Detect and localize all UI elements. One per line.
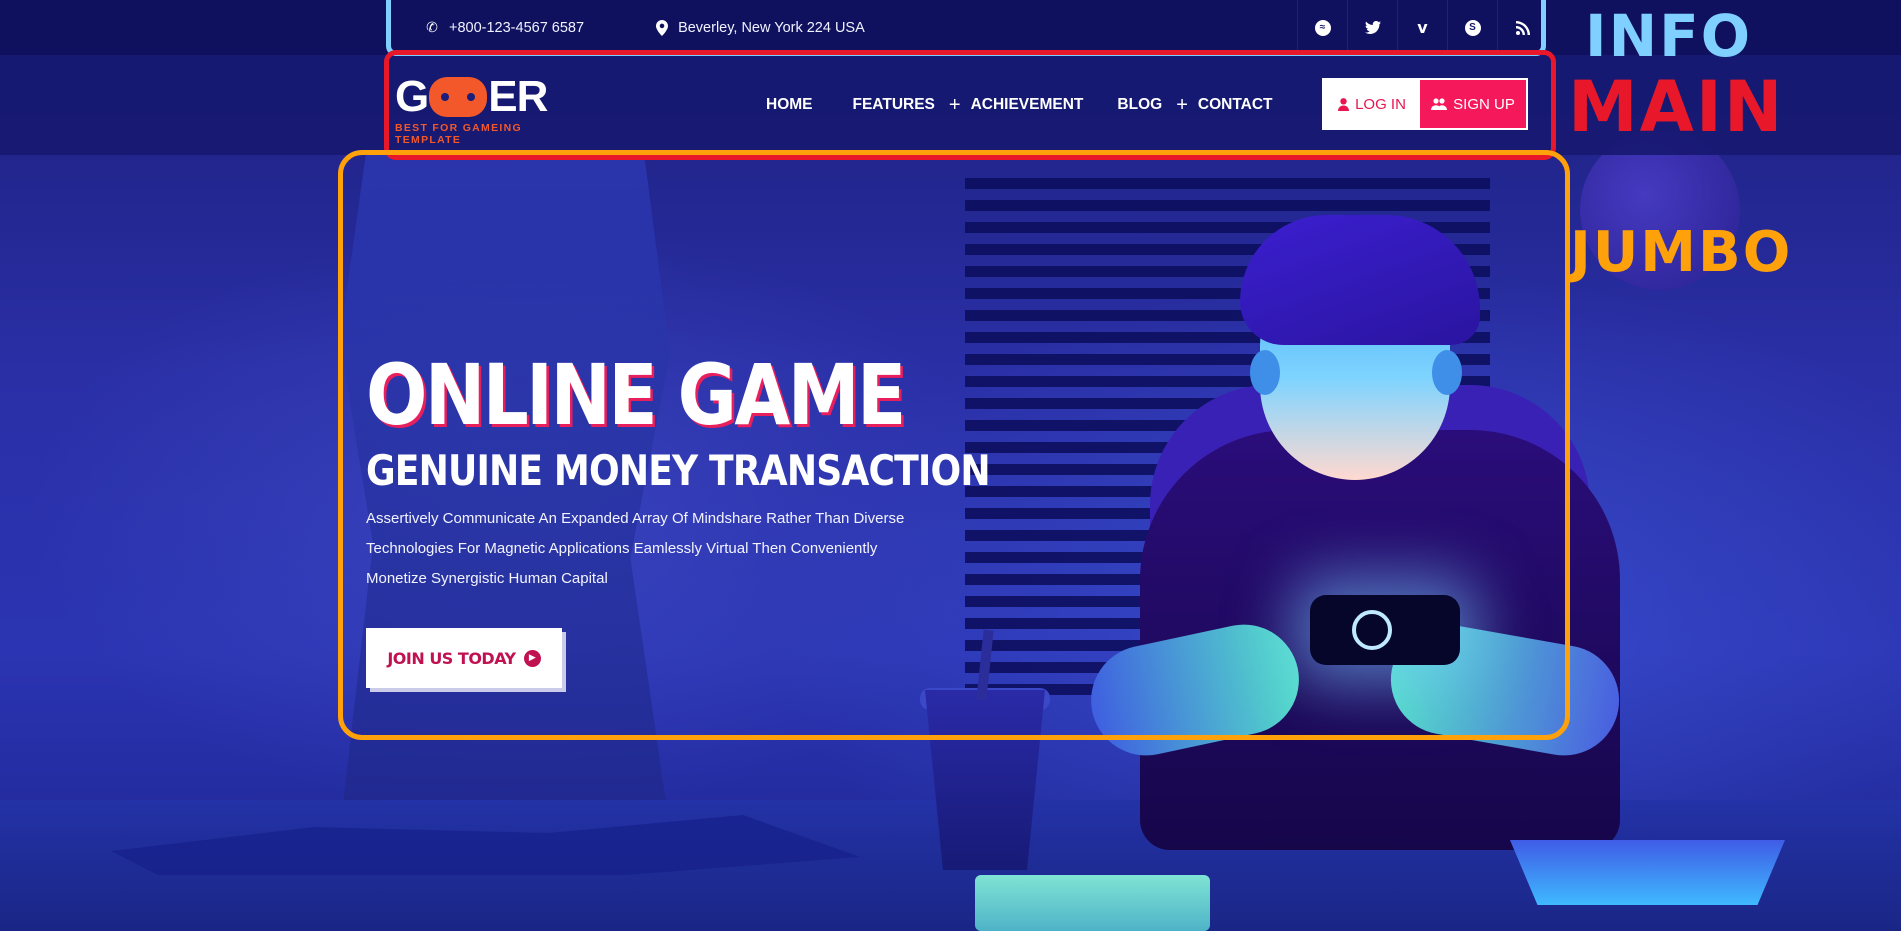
messenger-link[interactable]: ≈	[1297, 0, 1347, 55]
cup	[925, 690, 1045, 870]
nav-item-home[interactable]: HOME	[766, 96, 813, 114]
tray	[1510, 840, 1785, 905]
hero-description-line: Technologies For Magnetic Applications E…	[366, 540, 878, 557]
auth-buttons: LOG IN SIGN UP	[1322, 78, 1528, 130]
vimeo-icon: v	[1417, 18, 1428, 37]
rss-icon	[1515, 20, 1530, 35]
hero-subtitle: GENUINE MONEY TRANSACTION	[366, 446, 991, 495]
logo-letters: ER	[488, 72, 548, 121]
address-text: Beverley, New York 224 USA	[678, 19, 865, 36]
power-strip	[975, 875, 1210, 931]
join-us-button[interactable]: JOIN US TODAY ▶	[366, 628, 562, 688]
nav-item-label: HOME	[766, 96, 813, 113]
login-label: LOG IN	[1355, 95, 1406, 113]
gamepad-icon	[429, 77, 488, 117]
plus-icon[interactable]: +	[949, 94, 961, 117]
skype-icon: S	[1464, 19, 1481, 36]
skype-link[interactable]: S	[1447, 0, 1497, 55]
hero-title: ONLINE GAME	[366, 346, 906, 444]
nav-item-label: BLOG	[1117, 96, 1163, 113]
gamer-illustration	[1060, 215, 1700, 931]
hero-description-line: Monetize Synergistic Human Capital	[366, 570, 608, 587]
login-button[interactable]: LOG IN	[1324, 80, 1420, 128]
nav-menu: HOME FEATURES + ACHIEVEMENT BLOG + CONTA…	[766, 55, 1313, 155]
signup-button[interactable]: SIGN UP	[1420, 80, 1526, 128]
gamer-ear	[1250, 350, 1280, 395]
rss-link[interactable]	[1497, 0, 1547, 55]
users-icon	[1431, 98, 1448, 110]
plus-icon[interactable]: +	[1176, 94, 1188, 117]
phone-number: +800-123-4567 6587	[449, 19, 585, 36]
nav-item-label: CONTACT	[1197, 96, 1273, 113]
play-icon: ▶	[523, 649, 541, 667]
hero-description: Assertively Communicate An Expanded Arra…	[366, 504, 926, 594]
phone-ring	[1352, 610, 1392, 650]
jumbotron: ONLINE GAME GENUINE MONEY TRANSACTION As…	[366, 350, 1066, 688]
vimeo-link[interactable]: v	[1397, 0, 1447, 55]
gamer-ear	[1432, 350, 1462, 395]
nav-item-achievement[interactable]: ACHIEVEMENT	[971, 96, 1084, 114]
address-info: Beverley, New York 224 USA	[656, 19, 865, 36]
nav-item-label: ACHIEVEMENT	[970, 96, 1084, 113]
logo-letters: G	[395, 72, 429, 121]
main-navigation: G ER BEST FOR GAMEING TEMPLATE HOME FEAT…	[0, 55, 1901, 155]
location-pin-icon	[656, 19, 669, 36]
info-bar: ✆ +800-123-4567 6587 Beverley, New York …	[0, 0, 1901, 55]
hero-description-line: Assertively Communicate An Expanded Arra…	[366, 510, 905, 527]
site-logo[interactable]: G ER BEST FOR GAMEING TEMPLATE	[395, 75, 575, 147]
nav-item-label: FEATURES	[852, 96, 935, 113]
messenger-icon: ≈	[1314, 19, 1331, 36]
phone-icon: ✆	[426, 19, 438, 35]
twitter-link[interactable]	[1347, 0, 1397, 55]
info-bar-inner: ✆ +800-123-4567 6587 Beverley, New York …	[395, 0, 1547, 55]
user-icon	[1338, 97, 1350, 111]
gamer-hair	[1240, 215, 1480, 345]
nav-item-blog[interactable]: BLOG +	[1117, 94, 1187, 117]
phone-info[interactable]: ✆ +800-123-4567 6587	[425, 19, 584, 36]
contact-info: ✆ +800-123-4567 6587 Beverley, New York …	[395, 19, 865, 36]
logo-wordmark: G ER	[395, 75, 575, 119]
logo-tagline: BEST FOR GAMEING TEMPLATE	[395, 122, 522, 146]
nav-item-features[interactable]: FEATURES +	[853, 94, 961, 117]
join-us-label: JOIN US TODAY	[387, 648, 516, 668]
twitter-icon	[1364, 21, 1381, 34]
social-links: ≈ v S	[1297, 0, 1547, 55]
nav-item-contact[interactable]: CONTACT	[1198, 96, 1273, 114]
signup-label: SIGN UP	[1453, 95, 1515, 113]
